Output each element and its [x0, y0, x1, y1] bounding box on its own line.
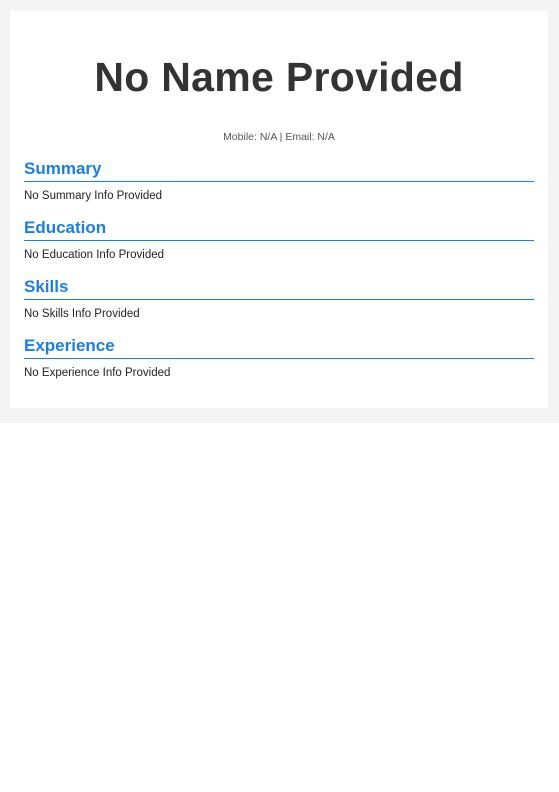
experience-heading: Experience	[24, 336, 534, 359]
name-title: No Name Provided	[94, 54, 464, 100]
page-background: No Name Provided Mobile: N/A | Email: N/…	[0, 0, 559, 423]
education-heading: Education	[24, 218, 534, 241]
education-text: No Education Info Provided	[24, 249, 165, 261]
summary-text: No Summary Info Provided	[24, 190, 163, 202]
summary-heading: Summary	[24, 159, 534, 182]
skills-section: Skills No Skills Info Provided	[24, 277, 534, 321]
resume-card: No Name Provided Mobile: N/A | Email: N/…	[10, 11, 548, 408]
experience-text: No Experience Info Provided	[24, 367, 171, 379]
contact-info: Mobile: N/A | Email: N/A	[223, 131, 335, 143]
education-section: Education No Education Info Provided	[24, 218, 534, 262]
experience-section: Experience No Experience Info Provided	[24, 336, 534, 380]
summary-section: Summary No Summary Info Provided	[24, 159, 534, 203]
skills-text: No Skills Info Provided	[24, 308, 140, 320]
skills-heading: Skills	[24, 277, 534, 300]
